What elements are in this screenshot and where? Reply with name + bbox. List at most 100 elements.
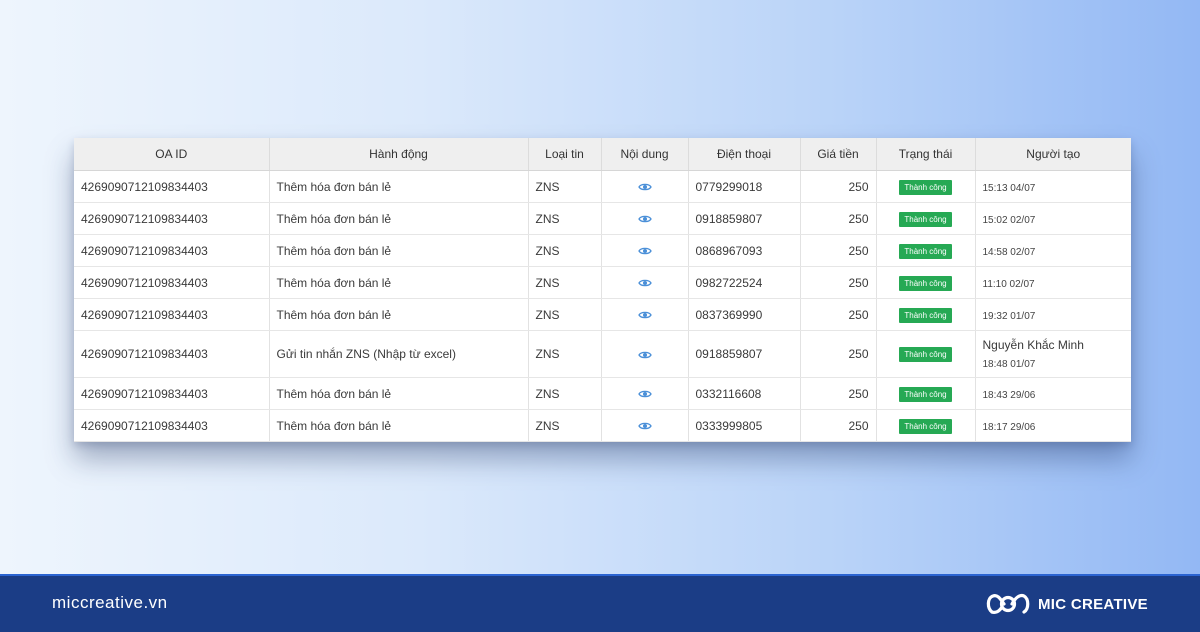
- table-row[interactable]: 4269090712109834403 Thêm hóa đơn bán lẻ …: [74, 409, 1131, 442]
- cell-phone: 0868967093: [688, 234, 801, 267]
- cell-price: 250: [800, 266, 877, 299]
- cell-content: [601, 298, 689, 331]
- header-content[interactable]: Nội dung: [601, 138, 689, 171]
- creator-time: 18:43 29/06: [982, 389, 1036, 401]
- cell-phone: 0837369990: [688, 298, 801, 331]
- creator-time: 11:10 02/07: [982, 278, 1035, 290]
- creator-time: 15:13 04/07: [982, 182, 1036, 194]
- table-header-row: OA ID Hành động Loại tin Nội dung Điện t…: [74, 138, 1131, 171]
- cell-message-type: ZNS: [528, 170, 602, 203]
- status-badge: Thành công: [899, 386, 952, 402]
- cell-price: 250: [800, 234, 877, 267]
- cell-content: [601, 377, 689, 410]
- eye-icon[interactable]: [637, 182, 652, 192]
- table-row[interactable]: 4269090712109834403 Thêm hóa đơn bán lẻ …: [74, 266, 1131, 299]
- header-creator[interactable]: Người tạo: [975, 138, 1131, 171]
- cell-status: Thành công: [876, 170, 976, 203]
- cell-status: Thành công: [876, 377, 976, 410]
- header-action[interactable]: Hành động: [269, 138, 529, 171]
- cell-action: Gửi tin nhắn ZNS (Nhập từ excel): [269, 330, 529, 378]
- creator-time: 18:17 29/06: [982, 421, 1036, 433]
- cell-oa-id: 4269090712109834403: [74, 330, 270, 378]
- header-status[interactable]: Trạng thái: [876, 138, 976, 171]
- header-message-type[interactable]: Loại tin: [528, 138, 602, 171]
- table-row[interactable]: 4269090712109834403 Thêm hóa đơn bán lẻ …: [74, 298, 1131, 331]
- table-row[interactable]: 4269090712109834403 Thêm hóa đơn bán lẻ …: [74, 170, 1131, 203]
- cell-action: Thêm hóa đơn bán lẻ: [269, 298, 529, 331]
- header-price[interactable]: Giá tiền: [800, 138, 877, 171]
- cell-creator: 15:13 04/07: [975, 170, 1131, 203]
- cell-creator: 14:58 02/07: [975, 234, 1131, 267]
- cell-status: Thành công: [876, 234, 976, 267]
- cell-message-type: ZNS: [528, 377, 602, 410]
- cell-content: [601, 266, 689, 299]
- eye-icon[interactable]: [637, 421, 652, 431]
- cell-creator: 19:32 01/07: [975, 298, 1131, 331]
- cell-price: 250: [800, 409, 877, 442]
- cell-status: Thành công: [876, 330, 976, 378]
- cell-price: 250: [800, 202, 877, 235]
- cell-message-type: ZNS: [528, 409, 602, 442]
- status-badge: Thành công: [899, 275, 952, 291]
- cell-oa-id: 4269090712109834403: [74, 202, 270, 235]
- cell-price: 250: [800, 377, 877, 410]
- cell-phone: 0918859807: [688, 330, 801, 378]
- status-badge: Thành công: [899, 179, 952, 195]
- creator-name: Nguyễn Khắc Minh: [982, 338, 1084, 352]
- cell-price: 250: [800, 330, 877, 378]
- cell-oa-id: 4269090712109834403: [74, 409, 270, 442]
- status-badge: Thành công: [899, 243, 952, 259]
- status-badge: Thành công: [899, 211, 952, 227]
- history-table-panel: OA ID Hành động Loại tin Nội dung Điện t…: [74, 138, 1131, 442]
- status-badge: Thành công: [899, 347, 952, 362]
- cell-message-type: ZNS: [528, 234, 602, 267]
- cell-phone: 0779299018: [688, 170, 801, 203]
- cell-status: Thành công: [876, 409, 976, 442]
- table-row[interactable]: 4269090712109834403 Thêm hóa đơn bán lẻ …: [74, 377, 1131, 410]
- cell-content: [601, 409, 689, 442]
- cell-creator: 18:43 29/06: [975, 377, 1131, 410]
- table-row[interactable]: 4269090712109834403 Thêm hóa đơn bán lẻ …: [74, 202, 1131, 235]
- eye-icon[interactable]: [637, 214, 652, 224]
- cell-content: [601, 234, 689, 267]
- footer-domain[interactable]: miccreative.vn: [52, 593, 168, 613]
- cell-message-type: ZNS: [528, 330, 602, 378]
- cell-oa-id: 4269090712109834403: [74, 170, 270, 203]
- table-row[interactable]: 4269090712109834403 Thêm hóa đơn bán lẻ …: [74, 234, 1131, 267]
- cell-message-type: ZNS: [528, 266, 602, 299]
- cell-action: Thêm hóa đơn bán lẻ: [269, 170, 529, 203]
- eye-icon[interactable]: [637, 278, 652, 288]
- cell-action: Thêm hóa đơn bán lẻ: [269, 409, 529, 442]
- eye-icon[interactable]: [637, 310, 652, 320]
- cell-oa-id: 4269090712109834403: [74, 266, 270, 299]
- footer-bar: miccreative.vn MIC CREATIVE: [0, 574, 1200, 632]
- brand-name: MIC CREATIVE: [1038, 595, 1148, 613]
- cell-content: [601, 202, 689, 235]
- message-history-table: OA ID Hành động Loại tin Nội dung Điện t…: [74, 138, 1131, 442]
- cell-creator: 18:17 29/06: [975, 409, 1131, 442]
- eye-icon[interactable]: [637, 389, 652, 399]
- table-row[interactable]: 4269090712109834403 Gửi tin nhắn ZNS (Nh…: [74, 330, 1131, 378]
- creator-time: 19:32 01/07: [982, 310, 1036, 322]
- eye-icon[interactable]: [637, 246, 652, 256]
- header-oa-id[interactable]: OA ID: [74, 138, 270, 171]
- cell-phone: 0332116608: [688, 377, 801, 410]
- eye-icon[interactable]: [637, 350, 652, 360]
- creator-time: 14:58 02/07: [982, 246, 1036, 258]
- cell-price: 250: [800, 298, 877, 331]
- cell-price: 250: [800, 170, 877, 203]
- cell-phone: 0333999805: [688, 409, 801, 442]
- header-phone[interactable]: Điện thoại: [688, 138, 801, 171]
- cell-status: Thành công: [876, 266, 976, 299]
- status-badge: Thành công: [899, 307, 952, 323]
- cell-message-type: ZNS: [528, 202, 602, 235]
- brand-logo-group: MIC CREATIVE: [986, 590, 1148, 618]
- cell-oa-id: 4269090712109834403: [74, 234, 270, 267]
- cell-status: Thành công: [876, 202, 976, 235]
- cell-phone: 0918859807: [688, 202, 801, 235]
- cell-creator: 15:02 02/07: [975, 202, 1131, 235]
- mic-creative-logo-icon: [986, 593, 1030, 614]
- creator-time: 18:48 01/07: [982, 359, 1036, 370]
- cell-oa-id: 4269090712109834403: [74, 298, 270, 331]
- cell-action: Thêm hóa đơn bán lẻ: [269, 377, 529, 410]
